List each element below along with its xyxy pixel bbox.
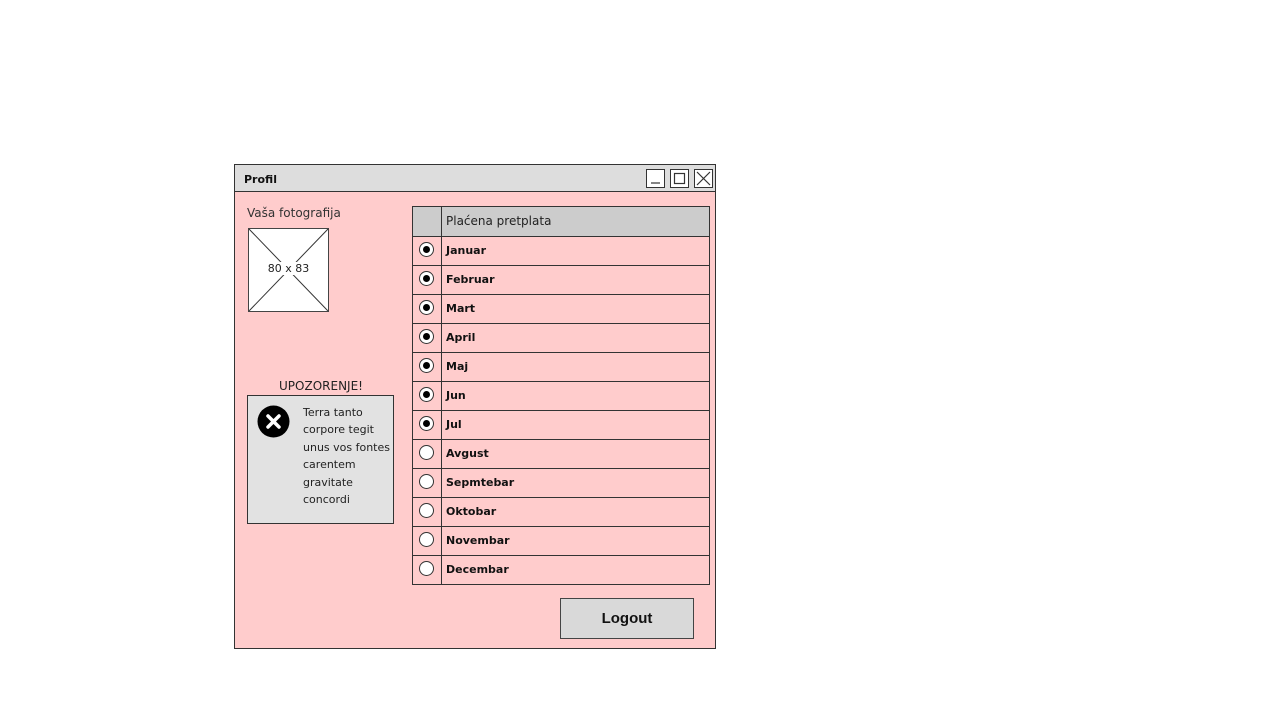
radio-checked[interactable] [418,241,435,258]
radio-cell[interactable] [413,556,442,584]
close-icon [696,171,711,186]
maximize-button[interactable] [670,169,689,188]
radio-dot [423,246,430,253]
table-row[interactable]: Maj [413,352,709,381]
profile-window: Profil Vaša fotografija 80 x 83 UPOZOREN… [234,164,716,649]
radio-dot [423,304,430,311]
radio-dot [423,391,430,398]
error-x-icon [257,405,290,438]
table-row[interactable]: Mart [413,294,709,323]
radio-checked[interactable] [418,270,435,287]
table-header-row: Plaćena pretplata [413,207,709,236]
radio-cell[interactable] [413,353,442,381]
minimize-icon [651,182,660,184]
title-bar[interactable]: Profil [235,165,715,192]
subscription-table: Plaćena pretplata Januar Februar Mart April… [412,206,710,585]
radio-unchecked[interactable] [418,444,435,461]
table-row[interactable]: Decembar [413,555,709,584]
photo-size-text: 80 x 83 [266,262,311,275]
month-label: April [446,331,476,344]
radio-dot [423,420,430,427]
maximize-icon [673,172,686,185]
logout-button[interactable]: Logout [560,598,694,639]
radio-dot [423,333,430,340]
month-label: Mart [446,302,476,315]
radio-cell[interactable] [413,498,442,526]
radio-cell[interactable] [413,324,442,352]
table-row[interactable]: Jun [413,381,709,410]
month-label: Januar [446,244,487,257]
photo-label: Vaša fotografija [247,206,341,220]
radio-dot [423,275,430,282]
table-row[interactable]: Februar [413,265,709,294]
radio-checked[interactable] [418,415,435,432]
month-rows: Januar Februar Mart April Maj Jun Jul Avgust Sep… [413,236,709,584]
header-radio-cell [413,207,442,236]
radio-cell[interactable] [413,527,442,555]
radio-unchecked[interactable] [418,502,435,519]
table-row[interactable]: Novembar [413,526,709,555]
warning-title: UPOZORENJE! [279,379,363,393]
photo-size-label: 80 x 83 [249,262,328,275]
profile-photo-placeholder[interactable]: 80 x 83 [248,228,329,312]
radio-unchecked[interactable] [418,560,435,577]
radio-unchecked[interactable] [418,531,435,548]
table-row[interactable]: Januar [413,236,709,265]
table-row[interactable]: Avgust [413,439,709,468]
radio-cell[interactable] [413,237,442,265]
month-label: Oktobar [446,505,497,518]
month-label: Avgust [446,447,489,460]
radio-cell[interactable] [413,411,442,439]
radio-cell[interactable] [413,266,442,294]
month-label: Sepmtebar [446,476,515,489]
month-label: Jul [446,418,462,431]
warning-box: Terra tanto corpore tegit unus vos fonte… [247,395,394,524]
table-row[interactable]: Sepmtebar [413,468,709,497]
radio-cell[interactable] [413,440,442,468]
month-label: Maj [446,360,469,373]
radio-unchecked[interactable] [418,473,435,490]
table-row[interactable]: April [413,323,709,352]
radio-cell[interactable] [413,469,442,497]
minimize-button[interactable] [646,169,665,188]
table-header-label: Plaćena pretplata [446,214,552,228]
month-label: Jun [446,389,466,402]
month-label: Decembar [446,563,509,576]
radio-checked[interactable] [418,386,435,403]
table-row[interactable]: Jul [413,410,709,439]
radio-dot [423,362,430,369]
table-row[interactable]: Oktobar [413,497,709,526]
month-label: Februar [446,273,495,286]
radio-cell[interactable] [413,295,442,323]
radio-checked[interactable] [418,299,435,316]
radio-cell[interactable] [413,382,442,410]
month-label: Novembar [446,534,510,547]
window-title: Profil [244,173,277,186]
radio-checked[interactable] [418,328,435,345]
warning-text: Terra tanto corpore tegit unus vos fonte… [303,406,390,507]
radio-checked[interactable] [418,357,435,374]
close-button[interactable] [694,169,713,188]
